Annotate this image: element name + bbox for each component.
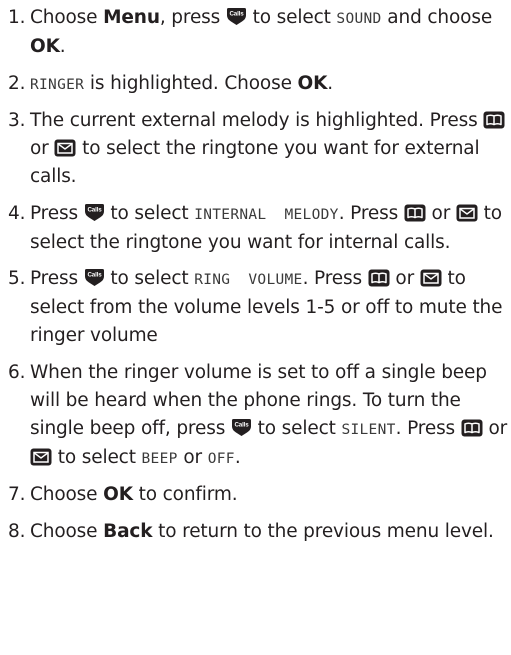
lcd-text-off: OFF (207, 450, 235, 467)
step-text: Choose Back to return to the previous me… (30, 520, 494, 542)
lcd-text-beep: BEEP (141, 450, 178, 467)
step-text: When the ringer volume is set to off a s… (30, 361, 508, 468)
phonebook-key-icon (404, 204, 426, 222)
envelope-key-icon (54, 139, 76, 157)
lcd-text-sound: SOUND (336, 11, 382, 27)
step-number: 2. (8, 72, 26, 94)
calls-down-key-icon: Calls (226, 7, 247, 26)
ok-label: OK (103, 484, 133, 505)
steps-list: 1. Choose Menu, press Calls to select SO… (8, 4, 508, 554)
calls-down-key-icon: Calls (84, 203, 105, 222)
step-number: 4. (8, 202, 26, 224)
instruction-page: 1. Choose Menu, press Calls to select SO… (0, 0, 511, 655)
svg-text:Calls: Calls (87, 206, 102, 213)
lcd-text-internal-melody: INTERNAL MELODY (194, 206, 339, 223)
step-7: 7. Choose OK to confirm. (8, 481, 508, 509)
step-1: 1. Choose Menu, press Calls to select SO… (8, 4, 508, 61)
envelope-key-icon (30, 448, 52, 466)
calls-down-key-icon: Calls (231, 418, 252, 437)
phonebook-key-icon (368, 269, 390, 287)
ok-label: OK (297, 72, 328, 94)
phonebook-key-icon (461, 419, 483, 437)
step-text: RINGER is highlighted. Choose OK. (30, 72, 334, 94)
menu-label: Menu (103, 7, 160, 28)
step-number: 6. (8, 361, 26, 383)
step-number: 3. (8, 110, 26, 131)
step-5: 5. Press Calls to select RING VOLUME. Pr… (8, 265, 508, 350)
step-text: Choose OK to confirm. (30, 484, 238, 505)
calls-down-key-icon: Calls (84, 268, 105, 287)
phonebook-key-icon (483, 111, 505, 129)
step-2: 2. RINGER is highlighted. Choose OK. (8, 70, 508, 99)
envelope-key-icon (456, 204, 478, 222)
step-3: 3. The current external melody is highli… (8, 107, 508, 191)
step-number: 1. (8, 7, 26, 28)
step-6: 6. When the ringer volume is set to off … (8, 359, 508, 473)
step-text: Press Calls to select RING VOLUME. Press… (30, 268, 503, 346)
lcd-text-ring-volume: RING VOLUME (194, 272, 303, 288)
step-number: 5. (8, 268, 26, 289)
step-8: 8. Choose Back to return to the previous… (8, 518, 508, 546)
step-4: 4. Press Calls to select INTERNAL MELODY… (8, 200, 508, 257)
envelope-key-icon (420, 269, 442, 287)
svg-text:Calls: Calls (234, 421, 249, 428)
step-number: 7. (8, 484, 26, 505)
step-text: Choose Menu, press Calls to select SOUND… (30, 7, 493, 57)
ok-label: OK (30, 36, 60, 57)
svg-text:Calls: Calls (229, 11, 244, 18)
lcd-text-ringer: RINGER (30, 76, 85, 93)
step-text: Press Calls to select INTERNAL MELODY. P… (30, 202, 502, 253)
lcd-text-silent: SILENT (341, 421, 396, 438)
svg-text:Calls: Calls (87, 272, 102, 279)
back-label: Back (103, 520, 153, 542)
step-text: The current external melody is highlight… (30, 110, 505, 187)
step-number: 8. (8, 520, 26, 542)
